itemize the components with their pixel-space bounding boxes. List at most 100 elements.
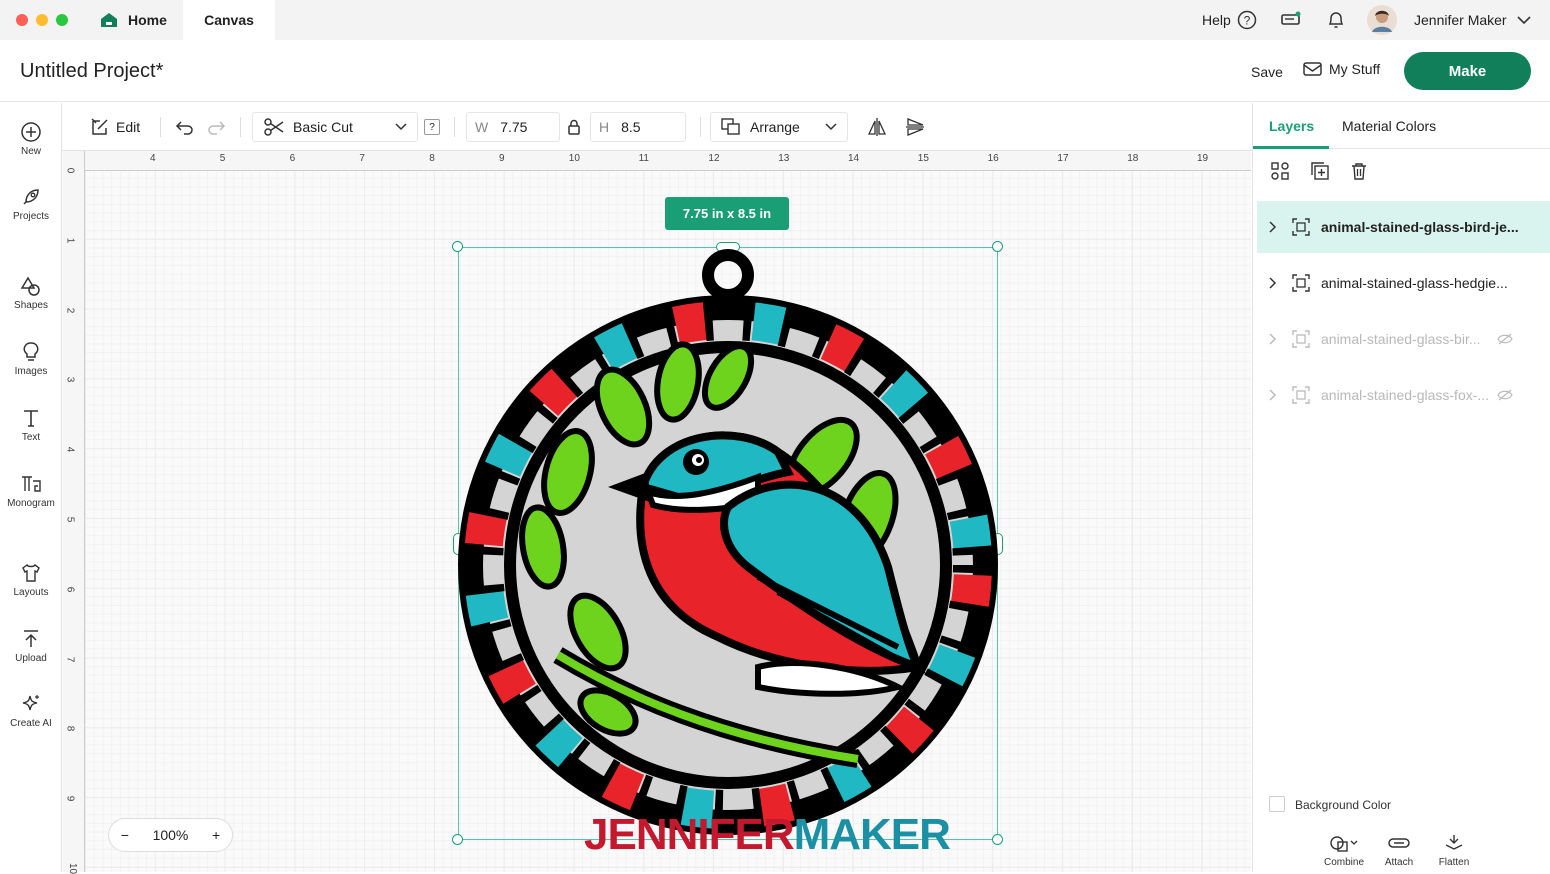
sidebar-item-label: Images	[14, 366, 48, 377]
layers-panel: Layers Material Colors animal-stained-gl…	[1252, 103, 1550, 872]
rocket-icon	[23, 189, 39, 205]
undo-button[interactable]	[175, 103, 195, 151]
arrange-select[interactable]: Arrange	[710, 112, 848, 142]
my-stuff-label: My Stuff	[1329, 61, 1381, 77]
trash-icon	[1352, 163, 1366, 180]
sidebar-item-label: Upload	[15, 653, 47, 664]
width-value: 7.75	[500, 119, 528, 135]
edit-button[interactable]: Edit	[90, 103, 140, 151]
machine-button[interactable]	[1280, 0, 1302, 40]
tab-layers[interactable]: Layers	[1269, 118, 1314, 134]
svg-text:?: ?	[1243, 14, 1250, 28]
lock-aspect-button[interactable]	[567, 103, 581, 151]
sidebar-item-monogram[interactable]: Monogram	[0, 473, 62, 509]
operation-select[interactable]: Basic Cut	[252, 112, 418, 142]
background-color-swatch[interactable]	[1269, 796, 1285, 812]
zoom-out-button[interactable]: −	[121, 827, 129, 843]
zoom-control: − 100% +	[108, 818, 233, 852]
ruler-y-label: 7	[64, 656, 76, 662]
ruler-y-label: 2	[64, 307, 76, 313]
stained-glass-bird-artwork[interactable]	[458, 247, 998, 840]
group-layer-icon	[1292, 386, 1310, 404]
ruler-x-label: 13	[778, 153, 790, 164]
chevron-right-icon[interactable]	[1269, 221, 1277, 233]
maximize-window-button[interactable]	[56, 14, 68, 26]
attach-button[interactable]: Attach	[1374, 833, 1424, 868]
combine-button[interactable]: Combine	[1319, 833, 1369, 868]
ruler-x-label: 16	[987, 153, 999, 164]
eye-hidden-icon[interactable]	[1497, 389, 1513, 401]
layer-item[interactable]: animal-stained-glass-bird-je...	[1257, 201, 1550, 253]
lightbulb-icon	[23, 342, 39, 361]
user-name: Jennifer Maker	[1414, 12, 1507, 28]
edit-toolbar: Edit Basic Cut ? W 7.75 H 8.5 Arrange	[62, 103, 1252, 151]
make-button[interactable]: Make	[1404, 52, 1531, 90]
sidebar-item-text[interactable]: Text	[0, 407, 62, 443]
my-stuff-button[interactable]: My Stuff	[1303, 61, 1380, 77]
layer-item[interactable]: animal-stained-glass-fox-...	[1257, 369, 1550, 421]
height-label: H	[599, 119, 610, 135]
ruler-x-label: 17	[1057, 153, 1069, 164]
flip-vertical-button[interactable]	[904, 103, 926, 151]
delete-button[interactable]	[1349, 161, 1369, 186]
sparkle-icon	[22, 695, 39, 711]
help-button[interactable]: Help ?	[1202, 0, 1257, 40]
group-button[interactable]	[1270, 161, 1290, 186]
sidebar-item-new[interactable]: New	[0, 121, 62, 157]
sidebar-item-layouts[interactable]: Layouts	[0, 562, 62, 598]
horizontal-ruler: 4 5 6 7 8 9 10 11 12 13 14 15 16 17 18 19	[63, 151, 1251, 171]
chevron-right-icon[interactable]	[1269, 389, 1277, 401]
sidebar-item-shapes[interactable]: Shapes	[0, 275, 62, 311]
duplicate-button[interactable]	[1310, 161, 1330, 186]
tab-canvas[interactable]: Canvas	[183, 0, 275, 40]
group-layer-icon	[1292, 330, 1310, 348]
ruler-y-label: 0	[64, 167, 76, 174]
width-field[interactable]: W 7.75	[466, 112, 560, 142]
sidebar-item-upload[interactable]: Upload	[0, 628, 62, 664]
minimize-window-button[interactable]	[36, 14, 48, 26]
tab-material-colors[interactable]: Material Colors	[1342, 118, 1436, 134]
ruler-x-label: 9	[499, 153, 505, 164]
sidebar-item-projects[interactable]: Projects	[0, 186, 62, 222]
chevron-right-icon[interactable]	[1269, 333, 1277, 345]
operation-help-button[interactable]: ?	[424, 119, 440, 135]
left-sidebar: New Projects Shapes Images Text Monogram…	[0, 103, 62, 872]
flip-horizontal-icon	[867, 118, 887, 136]
chevron-right-icon[interactable]	[1269, 277, 1277, 289]
arrange-icon	[721, 118, 740, 135]
sidebar-item-label: Monogram	[7, 498, 55, 509]
project-bar: Untitled Project* Save My Stuff Make	[0, 40, 1550, 102]
scissors-icon	[264, 118, 284, 136]
undo-icon	[175, 121, 193, 135]
ruler-x-label: 19	[1197, 153, 1209, 164]
project-title[interactable]: Untitled Project*	[20, 60, 163, 83]
upload-icon	[24, 630, 38, 647]
layer-name: animal-stained-glass-fox-...	[1321, 387, 1490, 403]
shapes-icon	[20, 276, 40, 296]
height-field[interactable]: H 8.5	[590, 112, 686, 142]
notifications-button[interactable]	[1326, 0, 1346, 40]
ruler-x-label: 18	[1127, 153, 1139, 164]
sidebar-item-label: Projects	[12, 211, 50, 222]
layer-item[interactable]: animal-stained-glass-hedgie...	[1257, 257, 1550, 309]
layer-item[interactable]: animal-stained-glass-bir...	[1257, 313, 1550, 365]
user-menu[interactable]: Jennifer Maker	[1414, 0, 1531, 40]
save-button[interactable]: Save	[1251, 64, 1283, 80]
group-layer-icon	[1292, 218, 1310, 236]
tab-home[interactable]: Home	[84, 0, 180, 40]
flatten-button[interactable]: Flatten	[1429, 833, 1479, 868]
redo-button[interactable]	[206, 103, 226, 151]
height-value: 8.5	[621, 119, 641, 135]
ruler-x-label: 8	[429, 153, 435, 164]
text-icon	[24, 410, 38, 427]
close-window-button[interactable]	[16, 14, 28, 26]
eye-hidden-icon[interactable]	[1497, 333, 1513, 345]
zoom-in-button[interactable]: +	[212, 827, 220, 843]
avatar[interactable]	[1366, 0, 1398, 40]
ruler-x-label: 15	[917, 153, 929, 164]
ruler-y-label: 1	[64, 237, 76, 244]
chevron-down-icon	[1517, 16, 1531, 25]
sidebar-item-create-ai[interactable]: Create AI	[0, 693, 62, 729]
flip-horizontal-button[interactable]	[866, 103, 888, 151]
sidebar-item-images[interactable]: Images	[0, 341, 62, 377]
